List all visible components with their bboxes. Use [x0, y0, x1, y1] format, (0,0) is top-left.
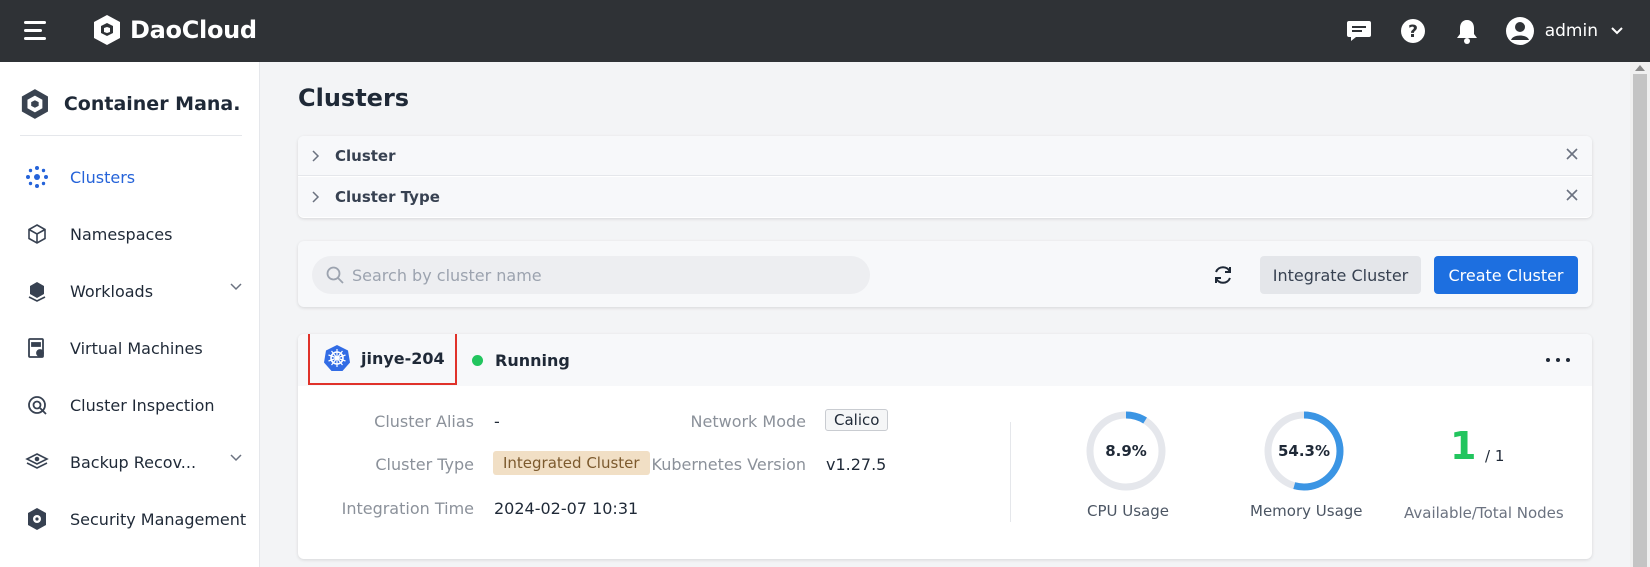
search-box — [312, 256, 870, 294]
scroll-up-arrow-icon[interactable] — [1635, 65, 1645, 71]
menu-icon[interactable] — [24, 21, 48, 41]
sidebar-item-label: Backup Recov... — [70, 452, 197, 472]
cluster-alias-value: - — [494, 412, 500, 431]
nodes-total-value: / 1 — [1485, 447, 1505, 465]
sidebar-item-cluster-inspection[interactable]: Cluster Inspection — [0, 380, 260, 430]
nodes-available-value: 1 — [1450, 424, 1477, 468]
filter-panel: Cluster Cluster Type — [298, 136, 1592, 218]
vm-icon — [24, 335, 50, 361]
help-icon[interactable]: ? — [1397, 15, 1429, 47]
sidebar-item-workloads[interactable]: Workloads — [0, 266, 260, 316]
close-icon[interactable] — [1566, 148, 1578, 160]
sidebar-item-security-management[interactable]: Security Management — [0, 494, 260, 544]
inspection-icon — [24, 392, 50, 418]
cluster-card: jinye-204 Running Cluster Alias - Cluste… — [298, 334, 1592, 559]
user-menu[interactable]: admin — [1505, 16, 1624, 46]
filter-cluster[interactable]: Cluster — [298, 136, 1592, 176]
chevron-down-icon — [1611, 27, 1623, 35]
sidebar-item-backup-recovery[interactable]: Backup Recov... — [0, 437, 260, 487]
message-icon[interactable] — [1343, 15, 1375, 47]
status-dot — [472, 355, 483, 366]
page-title: Clusters — [298, 84, 410, 112]
svg-text:?: ? — [1408, 22, 1418, 42]
cluster-type-tag: Integrated Cluster — [493, 451, 650, 475]
cluster-status: Running — [472, 351, 570, 370]
cpu-usage-label: CPU Usage — [1087, 502, 1170, 520]
filter-label: Cluster Type — [335, 188, 440, 206]
sidebar-item-label: Cluster Inspection — [70, 395, 215, 415]
user-name: admin — [1544, 21, 1598, 41]
sidebar-item-namespaces[interactable]: Namespaces — [0, 209, 260, 259]
sidebar-header: Container Mana... — [20, 86, 242, 136]
kubernetes-icon — [324, 345, 350, 371]
sidebar-item-clusters[interactable]: Clusters — [0, 152, 260, 202]
sidebar-item-label: Virtual Machines — [70, 338, 203, 358]
chevron-down-icon — [230, 454, 242, 462]
chevron-right-icon — [312, 191, 320, 203]
sidebar: Container Mana... Clusters Namespaces Wo… — [0, 62, 260, 567]
more-actions-icon[interactable] — [1546, 350, 1570, 370]
scrollbar[interactable] — [1630, 62, 1650, 567]
cluster-name-link[interactable]: jinye-204 — [308, 334, 457, 385]
integration-time-value: 2024-02-07 10:31 — [494, 499, 639, 518]
filter-label: Cluster — [335, 146, 396, 165]
sidebar-item-label: Security Management — [70, 509, 247, 529]
cluster-card-header: jinye-204 Running — [298, 334, 1592, 386]
user-avatar-icon — [1505, 17, 1534, 45]
network-mode-tag: Calico — [825, 409, 889, 431]
search-input[interactable] — [352, 265, 832, 285]
bell-icon[interactable] — [1451, 15, 1483, 47]
refresh-button[interactable] — [1208, 260, 1238, 290]
sidebar-item-label: Workloads — [70, 281, 154, 301]
chevron-down-icon — [230, 283, 242, 291]
backup-icon — [24, 449, 50, 475]
cpu-usage-value: 8.9% — [1105, 442, 1147, 460]
sidebar-item-label: Namespaces — [70, 224, 173, 244]
namespace-icon — [24, 221, 50, 247]
daocloud-logo-icon — [94, 15, 120, 45]
brand-name: DaoCloud — [130, 16, 257, 44]
memory-usage-gauge: 54.3% — [1262, 409, 1346, 493]
card-divider — [1010, 422, 1011, 522]
cluster-toolbar: Integrate Cluster Create Cluster — [298, 241, 1592, 307]
workloads-icon — [24, 278, 50, 304]
network-mode-label: Network Mode — [690, 412, 806, 431]
cpu-usage-gauge: 8.9% — [1084, 409, 1168, 493]
cluster-name: jinye-204 — [361, 348, 445, 368]
brand-logo[interactable]: DaoCloud — [90, 13, 257, 47]
sidebar-item-label: Clusters — [70, 167, 136, 187]
create-cluster-button[interactable]: Create Cluster — [1434, 256, 1578, 294]
nodes-label: Available/Total Nodes — [1404, 504, 1564, 522]
integration-time-label: Integration Time — [341, 499, 474, 518]
cluster-alias-label: Cluster Alias — [374, 412, 474, 431]
status-text: Running — [495, 351, 570, 370]
kubernetes-version-value: v1.27.5 — [826, 455, 887, 474]
filter-cluster-type[interactable]: Cluster Type — [298, 177, 1592, 217]
refresh-icon — [1215, 266, 1231, 284]
kubernetes-version-label: Kubernetes Version — [651, 455, 807, 474]
memory-usage-value: 54.3% — [1277, 442, 1331, 460]
container-management-icon — [21, 88, 48, 119]
memory-usage-label: Memory Usage — [1250, 502, 1363, 520]
top-bar: DaoCloud ? admin — [0, 0, 1650, 62]
chevron-right-icon — [312, 149, 320, 162]
clusters-icon — [24, 164, 50, 190]
close-icon[interactable] — [1566, 189, 1578, 201]
cluster-type-label: Cluster Type — [375, 455, 474, 474]
sidebar-item-virtual-machines[interactable]: Virtual Machines — [0, 323, 260, 373]
top-icons: ? admin — [1321, 0, 1624, 62]
security-icon — [24, 506, 50, 532]
search-icon — [326, 266, 344, 284]
sidebar-title: Container Mana... — [63, 92, 242, 115]
integrate-cluster-button[interactable]: Integrate Cluster — [1260, 256, 1421, 294]
scroll-thumb[interactable] — [1633, 74, 1647, 567]
